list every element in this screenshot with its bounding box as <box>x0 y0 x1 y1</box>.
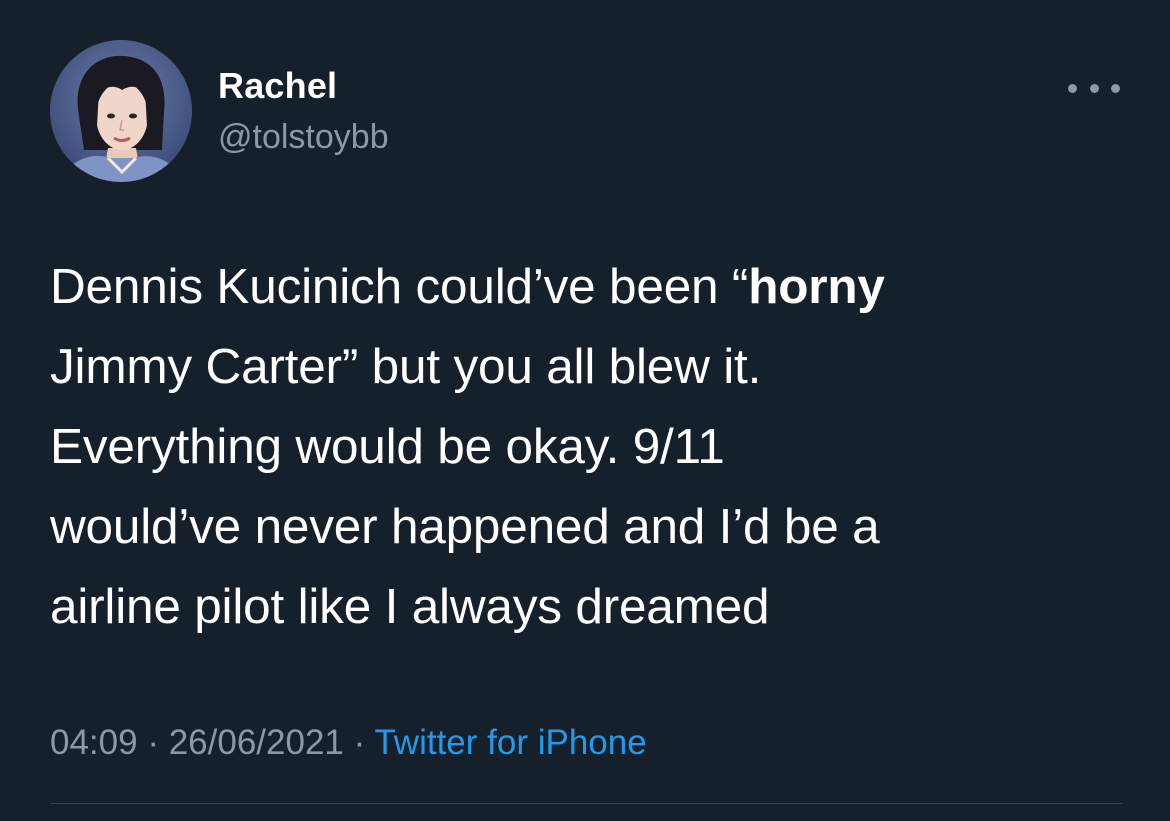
more-dot <box>1111 83 1120 93</box>
divider <box>50 803 1122 804</box>
meta-separator: · <box>343 723 375 762</box>
tweet-text-line: Jimmy Carter” but you all blew it. <box>50 339 762 394</box>
tweet-text-bold: horny <box>748 259 885 314</box>
more-options-icon[interactable] <box>1068 70 1120 106</box>
avatar-portrait-icon <box>50 40 192 182</box>
tweet-source-link[interactable]: Twitter for iPhone <box>374 723 646 762</box>
tweet-time[interactable]: 04:09 <box>50 723 138 762</box>
more-dot <box>1089 83 1099 93</box>
author-display-name[interactable]: Rachel <box>218 64 337 108</box>
author-handle[interactable]: @tolstoybb <box>218 116 389 158</box>
tweet-text-line: airline pilot like I always dreamed <box>50 579 770 634</box>
tweet-text-line: Dennis Kucinich could’ve been “horny <box>50 247 1140 327</box>
tweet-text-line: would’ve never happened and I’d be a <box>50 499 880 554</box>
tweet-text: Dennis Kucinich could’ve been “horny Jim… <box>50 247 1140 647</box>
avatar[interactable] <box>50 40 192 182</box>
more-dot <box>1068 83 1077 93</box>
tweet: Rachel @tolstoybb Dennis Kucinich could’… <box>0 0 1170 821</box>
tweet-date[interactable]: 26/06/2021 <box>169 723 344 762</box>
tweet-meta: 04:09 · 26/06/2021 · Twitter for iPhone <box>50 720 647 766</box>
meta-separator: · <box>137 723 169 762</box>
tweet-text-line: Everything would be okay. 9/11 <box>50 419 725 474</box>
tweet-text-segment: Dennis Kucinich could’ve been “ <box>50 259 749 314</box>
